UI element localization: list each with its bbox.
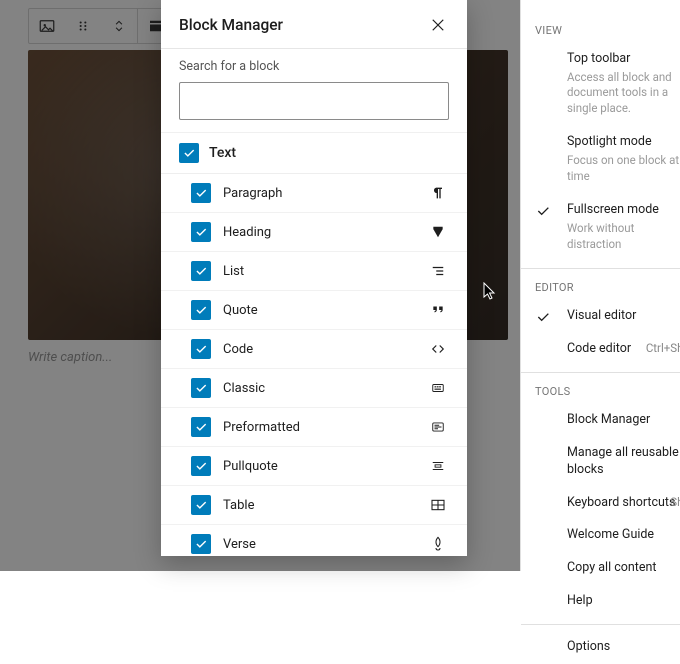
menu-item-shortcut: Ctrl+Shift	[646, 341, 680, 357]
table-icon	[427, 497, 449, 513]
block-checkbox[interactable]	[191, 261, 211, 281]
menu-item-spotlight[interactable]: Spotlight mode Focus on one block at a t…	[521, 126, 680, 194]
menu-item-copy-all[interactable]: Copy all content	[521, 552, 680, 585]
search-area: Search for a block	[161, 49, 467, 133]
options-menu: VIEW Top toolbar Access all block and do…	[520, 0, 680, 571]
block-name: Heading	[223, 225, 415, 240]
block-name: Table	[223, 498, 415, 513]
menu-item-shortcut: Shift	[670, 495, 680, 511]
block-checkbox[interactable]	[191, 183, 211, 203]
section-label-tools: TOOLS	[521, 379, 680, 404]
block-checkbox[interactable]	[191, 534, 211, 554]
menu-item-label: Help	[567, 593, 680, 610]
check-icon	[535, 309, 551, 325]
section-label-editor: EDITOR	[521, 275, 680, 300]
block-name: Preformatted	[223, 420, 415, 435]
menu-item-fullscreen[interactable]: Fullscreen mode Work without distraction	[521, 194, 680, 262]
code-icon	[427, 342, 449, 356]
block-checkbox[interactable]	[191, 378, 211, 398]
block-name: Code	[223, 342, 415, 357]
pullquote-icon	[427, 459, 449, 473]
block-name: Classic	[223, 381, 415, 396]
block-checkbox[interactable]	[191, 339, 211, 359]
divider	[521, 624, 680, 625]
classic-icon	[427, 381, 449, 395]
divider	[521, 372, 680, 373]
search-input[interactable]	[179, 82, 449, 120]
modal-header: Block Manager	[161, 0, 467, 49]
menu-item-desc: Work without distraction	[567, 221, 680, 252]
block-name: Verse	[223, 537, 415, 552]
block-row-quote[interactable]: Quote	[161, 291, 467, 330]
block-list[interactable]: Text Paragraph Heading List	[161, 133, 467, 556]
menu-item-desc: Focus on one block at a time	[567, 153, 680, 184]
block-row-pullquote[interactable]: Pullquote	[161, 447, 467, 486]
block-row-code[interactable]: Code	[161, 330, 467, 369]
block-checkbox[interactable]	[191, 300, 211, 320]
block-name: Pullquote	[223, 459, 415, 474]
list-icon	[427, 264, 449, 278]
menu-item-label: Manage all reusable blocks	[567, 445, 680, 479]
menu-item-welcome-guide[interactable]: Welcome Guide	[521, 519, 680, 552]
category-checkbox[interactable]	[179, 143, 199, 163]
block-checkbox[interactable]	[191, 495, 211, 515]
menu-item-label: Fullscreen mode	[567, 202, 680, 219]
menu-item-reusable-blocks[interactable]: Manage all reusable blocks	[521, 437, 680, 487]
quote-icon	[427, 303, 449, 317]
menu-item-label: Copy all content	[567, 560, 680, 577]
close-icon	[429, 16, 447, 34]
block-row-preformatted[interactable]: Preformatted	[161, 408, 467, 447]
category-label: Text	[209, 145, 236, 161]
menu-item-label: Welcome Guide	[567, 527, 680, 544]
menu-item-help[interactable]: Help	[521, 585, 680, 618]
menu-item-options[interactable]: Options	[521, 631, 680, 664]
menu-item-code-editor[interactable]: Code editor Ctrl+Shift	[521, 333, 680, 366]
divider	[521, 268, 680, 269]
block-checkbox[interactable]	[191, 456, 211, 476]
preformatted-icon	[427, 420, 449, 434]
menu-item-label: Visual editor	[567, 308, 680, 325]
search-label: Search for a block	[179, 59, 449, 74]
menu-item-label: Block Manager	[567, 412, 680, 429]
paragraph-icon	[427, 185, 449, 201]
block-row-heading[interactable]: Heading	[161, 213, 467, 252]
block-name: Quote	[223, 303, 415, 318]
block-row-list[interactable]: List	[161, 252, 467, 291]
menu-item-label: Options	[567, 639, 680, 656]
section-label-view: VIEW	[521, 18, 680, 43]
close-button[interactable]	[427, 14, 449, 36]
block-row-paragraph[interactable]: Paragraph	[161, 174, 467, 213]
block-name: List	[223, 264, 415, 279]
block-row-verse[interactable]: Verse	[161, 525, 467, 556]
block-checkbox[interactable]	[191, 222, 211, 242]
block-row-classic[interactable]: Classic	[161, 369, 467, 408]
check-icon	[535, 203, 551, 219]
menu-item-top-toolbar[interactable]: Top toolbar Access all block and documen…	[521, 43, 680, 126]
menu-item-visual-editor[interactable]: Visual editor	[521, 300, 680, 333]
modal-title: Block Manager	[179, 16, 283, 34]
block-category-text[interactable]: Text	[161, 133, 467, 174]
menu-item-label: Top toolbar	[567, 51, 680, 68]
block-row-table[interactable]: Table	[161, 486, 467, 525]
menu-item-desc: Access all block and document tools in a…	[567, 70, 680, 117]
menu-item-label: Keyboard shortcuts	[567, 495, 680, 512]
block-checkbox[interactable]	[191, 417, 211, 437]
menu-item-label: Spotlight mode	[567, 134, 680, 151]
menu-item-keyboard-shortcuts[interactable]: Keyboard shortcuts Shift	[521, 487, 680, 520]
verse-icon	[427, 536, 449, 552]
block-manager-modal: Block Manager Search for a block Text Pa…	[161, 0, 467, 556]
menu-item-block-manager[interactable]: Block Manager	[521, 404, 680, 437]
heading-icon	[427, 224, 449, 240]
block-name: Paragraph	[223, 186, 415, 201]
